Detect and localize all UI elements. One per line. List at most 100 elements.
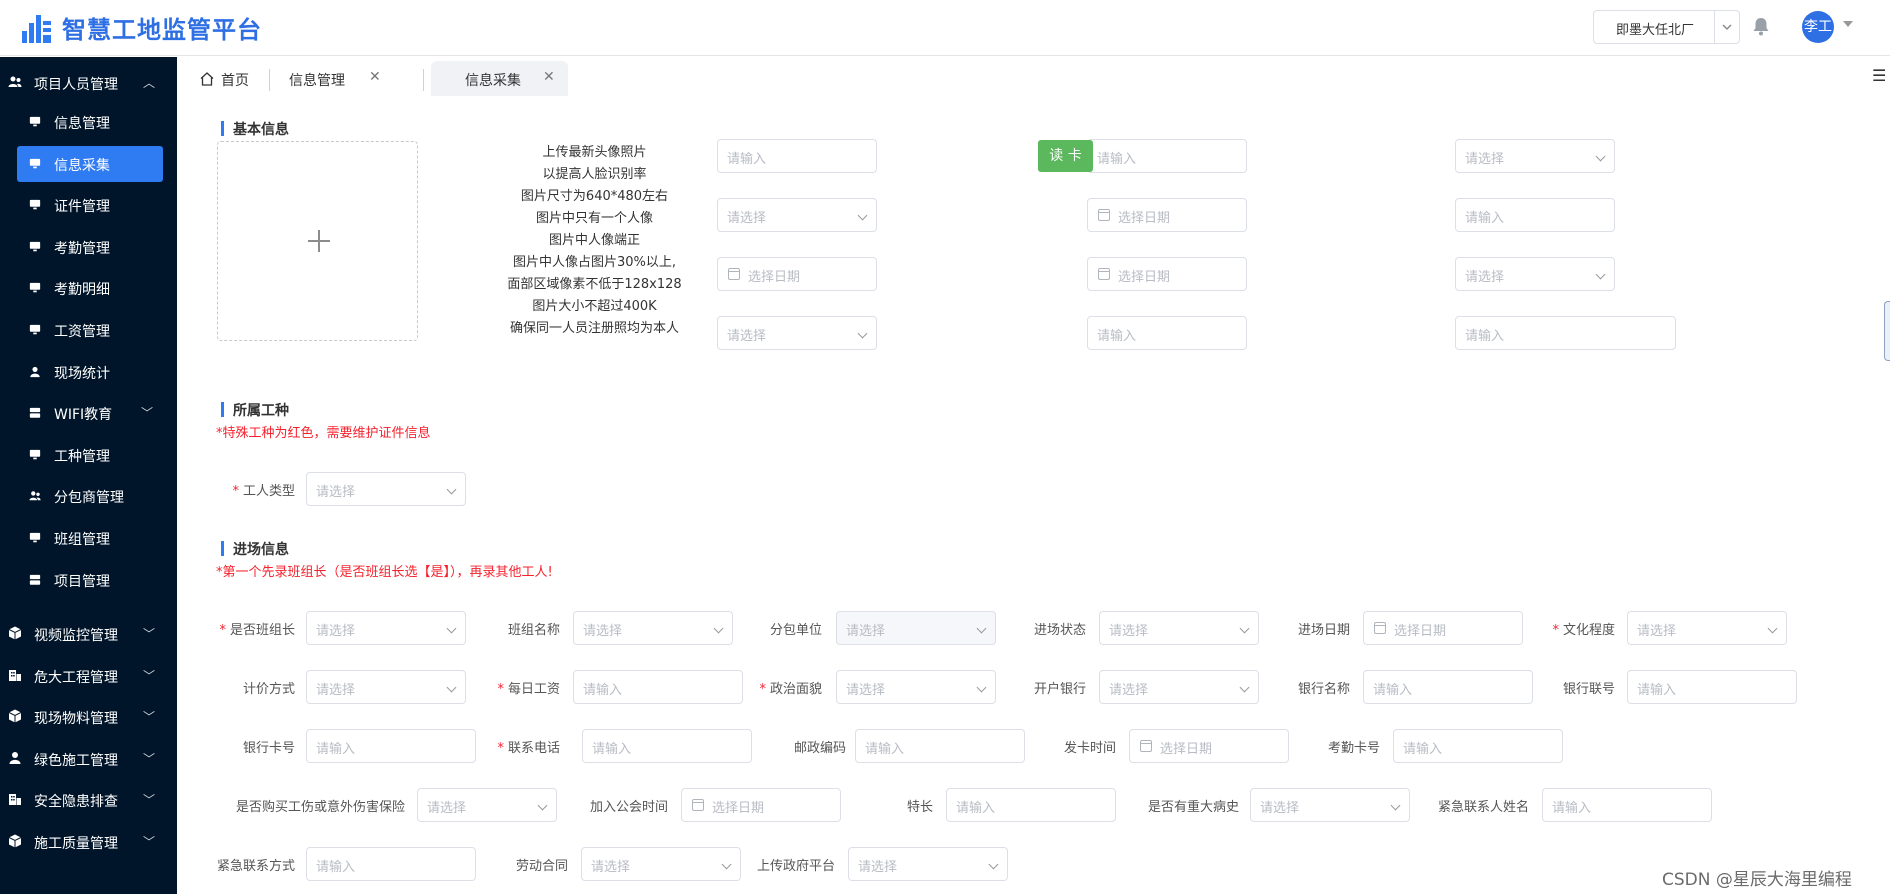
- read-card-button[interactable]: 读 卡: [1038, 140, 1093, 172]
- sidebar-item-10[interactable]: 班组管理: [17, 520, 163, 556]
- menu-group-6[interactable]: 施工质量管理 ﹀: [0, 822, 177, 862]
- chevron-down-icon: [1390, 800, 1401, 811]
- photo-tip: 图片中人像端正: [548, 233, 640, 248]
- field-label-text: 政治面貌: [769, 682, 822, 697]
- menu-group-label: 绿色施工管理: [34, 752, 118, 769]
- select-field[interactable]: 请选择: [1099, 611, 1259, 645]
- select-field[interactable]: 请选择: [1627, 611, 1787, 645]
- date-field[interactable]: 选择日期: [1087, 198, 1247, 232]
- placeholder: 请输入: [956, 801, 996, 816]
- select-field[interactable]: 请选择: [306, 611, 466, 645]
- sidebar-item-4[interactable]: 考勤明细: [17, 270, 163, 306]
- date-field[interactable]: 选择日期: [717, 257, 877, 291]
- select-field[interactable]: 请选择: [1099, 670, 1259, 704]
- input-field[interactable]: 请输入: [1455, 316, 1676, 350]
- date-field[interactable]: 选择日期: [1129, 729, 1289, 763]
- placeholder: 请输入: [316, 742, 356, 757]
- field-label-text: 银行联号: [1562, 682, 1615, 697]
- input-field[interactable]: 请输入: [1542, 788, 1712, 822]
- input-field[interactable]: 请输入: [1393, 729, 1563, 763]
- input-field[interactable]: 请输入: [1455, 198, 1615, 232]
- select-field[interactable]: 请选择: [573, 611, 733, 645]
- input-field[interactable]: 请输入: [306, 729, 476, 763]
- input-field[interactable]: 请输入: [573, 670, 743, 704]
- field-label: 紧急联系人姓名: [1438, 796, 1529, 815]
- select-field[interactable]: 请选择: [306, 472, 466, 506]
- menu-group-project-personnel[interactable]: 项目人员管理 ︿: [0, 63, 177, 103]
- sidebar-item-3[interactable]: 考勤管理: [17, 229, 163, 265]
- select-field[interactable]: 请选择: [836, 670, 996, 704]
- sidebar-item-label: 信息管理: [54, 116, 110, 132]
- tab-info-collection[interactable]: 信息采集 ✕: [431, 61, 568, 96]
- sidebar-item-9[interactable]: 分包商管理: [17, 478, 163, 514]
- select-field[interactable]: 请选择: [1455, 257, 1615, 291]
- menu-group-label: 现场物料管理: [34, 711, 118, 728]
- placeholder: 选择日期: [1118, 270, 1171, 285]
- input-field[interactable]: 请输入: [1087, 316, 1247, 350]
- chevron-down-icon: [988, 859, 999, 870]
- close-icon[interactable]: ✕: [543, 69, 555, 85]
- select-field[interactable]: 请选择: [306, 670, 466, 704]
- required-mark: *: [497, 741, 504, 756]
- input-field[interactable]: 请输入: [855, 729, 1025, 763]
- server-icon: [28, 574, 42, 586]
- field-label-text: 发卡时间: [1063, 741, 1116, 756]
- sidebar-item-5[interactable]: 工资管理: [17, 312, 163, 348]
- sidebar-item-6[interactable]: 现场统计: [17, 354, 163, 390]
- chevron-down-icon: [446, 484, 457, 495]
- select-field[interactable]: 请选择: [1250, 788, 1410, 822]
- menu-group-5[interactable]: 安全隐患排查 ﹀: [0, 780, 177, 820]
- sidebar-item-1[interactable]: 信息采集: [17, 145, 163, 182]
- work-type-note: *特殊工种为红色，需要维护证件信息: [216, 426, 431, 441]
- date-field[interactable]: 选择日期: [1087, 257, 1247, 291]
- sidebar-item-7[interactable]: WIFI教育 ﹀: [17, 395, 163, 431]
- select-field[interactable]: 请选择: [581, 847, 741, 881]
- input-field[interactable]: 请输入: [946, 788, 1116, 822]
- bell-icon[interactable]: [1752, 16, 1770, 36]
- tab-info-management[interactable]: 信息管理 ✕: [289, 61, 395, 96]
- server-icon: [28, 407, 42, 419]
- select-field[interactable]: 请选择: [1455, 139, 1615, 173]
- section-title-entry: 进场信息: [221, 539, 289, 559]
- select-field[interactable]: 请选择: [417, 788, 557, 822]
- sidebar-item-11[interactable]: 项目管理: [17, 562, 163, 598]
- photo-upload[interactable]: [217, 141, 418, 341]
- date-field[interactable]: 选择日期: [681, 788, 841, 822]
- menu-group-4[interactable]: 绿色施工管理 ﹀: [0, 739, 177, 779]
- project-select[interactable]: 即墨大任北厂: [1593, 10, 1740, 44]
- menu-toggle-icon[interactable]: ☰: [1872, 66, 1886, 85]
- field-label-text: 文化程度: [1562, 623, 1615, 638]
- tab-home[interactable]: 首页: [199, 61, 259, 96]
- input-field[interactable]: 请输入: [1627, 670, 1797, 704]
- calendar-icon: [1374, 622, 1386, 634]
- select-field[interactable]: 请选择: [848, 847, 1008, 881]
- home-icon: [200, 72, 214, 86]
- field-label: * 联系电话: [497, 737, 560, 756]
- date-field[interactable]: 选择日期: [1363, 611, 1523, 645]
- input-field[interactable]: 请输入: [717, 139, 877, 173]
- users-icon: [8, 75, 22, 89]
- user-avatar[interactable]: 李工: [1802, 11, 1834, 43]
- cube-icon: [8, 834, 22, 848]
- menu-group-3[interactable]: 现场物料管理 ﹀: [0, 697, 177, 737]
- sidebar-item-2[interactable]: 证件管理: [17, 187, 163, 223]
- field-label: 是否购买工伤或意外伤害保险: [236, 796, 405, 815]
- placeholder: 请选择: [316, 485, 356, 500]
- close-icon[interactable]: ✕: [369, 69, 381, 85]
- monitor-icon: [28, 158, 42, 170]
- input-field[interactable]: 请输入: [1087, 139, 1247, 173]
- select-field[interactable]: 请选择: [717, 316, 877, 350]
- select-field[interactable]: 请选择: [717, 198, 877, 232]
- sidebar-item-0[interactable]: 信息管理: [17, 104, 163, 140]
- input-field[interactable]: 请输入: [306, 847, 476, 881]
- app-logo[interactable]: 智慧工地监管平台: [20, 10, 262, 45]
- input-field[interactable]: 请输入: [582, 729, 752, 763]
- menu-group-2[interactable]: 危大工程管理 ﹀: [0, 656, 177, 696]
- sidebar-item-8[interactable]: 工种管理: [17, 437, 163, 473]
- menu-group-1[interactable]: 视频监控管理 ﹀: [0, 614, 177, 654]
- input-field[interactable]: 请输入: [1363, 670, 1533, 704]
- caret-down-icon[interactable]: [1842, 19, 1854, 29]
- chevron-down-icon: [1239, 623, 1250, 634]
- placeholder: 请输入: [1373, 683, 1413, 698]
- sidebar-item-label: 项目管理: [54, 573, 110, 590]
